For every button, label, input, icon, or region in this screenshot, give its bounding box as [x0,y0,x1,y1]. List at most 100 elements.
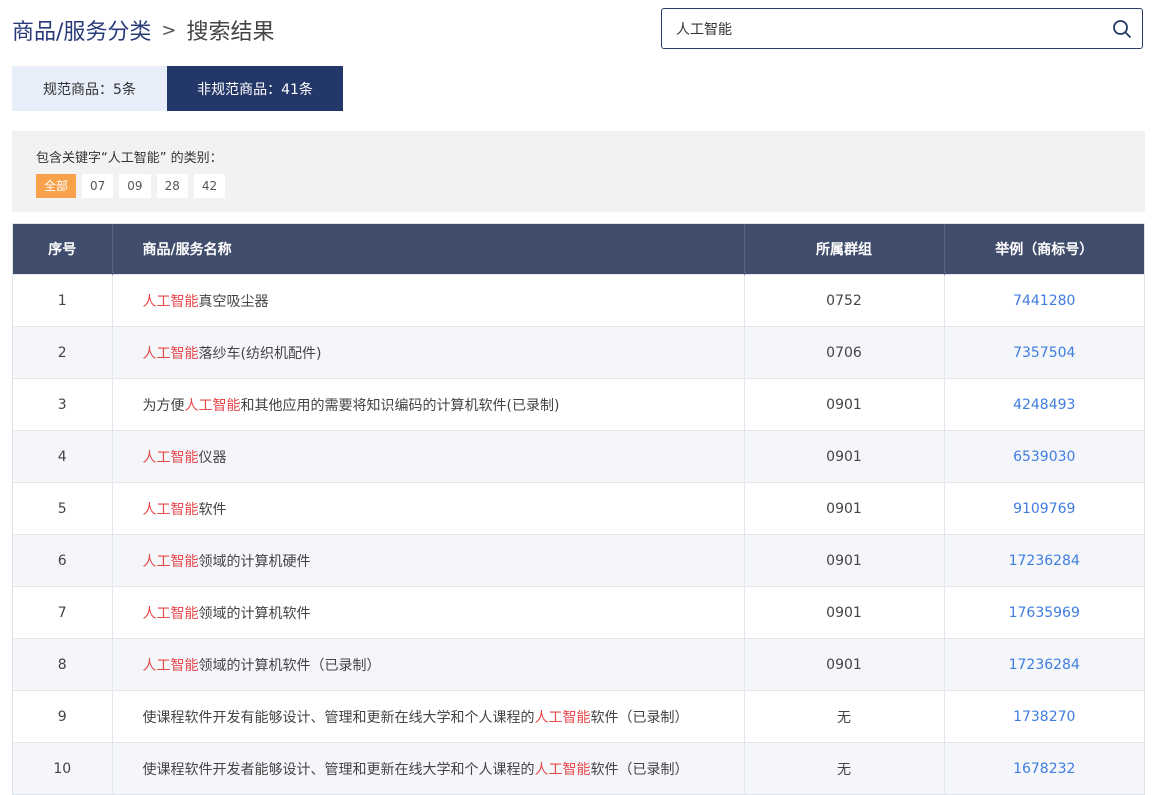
column-header-name: 商品/服务名称 [112,224,745,275]
category-chip-28[interactable]: 28 [156,174,188,198]
row-example-link: 1678232 [944,742,1144,794]
category-filter-label: 包含关键字“人工智能” 的类别： [36,151,223,166]
row-goods-name: 人工智能仪器 [112,430,745,483]
category-chip-07[interactable]: 07 [82,174,114,198]
breadcrumb-separator: > [161,19,177,41]
category-filter-panel: 包含关键字“人工智能” 的类别： 全部 07 09 28 42 [12,131,1145,212]
row-goods-name: 人工智能真空吸尘器 [112,274,745,327]
result-tabs: 规范商品：5条 非规范商品：41条 [12,66,343,111]
name-suffix: 落纱车(纺织机配件) [198,345,322,362]
keyword-highlight: 人工智能 [142,449,199,466]
column-header-index: 序号 [13,224,113,275]
trademark-number-link[interactable]: 17635969 [1009,605,1080,621]
row-example-link: 7441280 [944,274,1144,327]
trademark-number-link[interactable]: 1678232 [1013,761,1075,777]
name-suffix: 领域的计算机硬件 [198,553,311,570]
trademark-number-link[interactable]: 7441280 [1013,293,1075,309]
trademark-number-link[interactable]: 4248493 [1013,397,1075,413]
row-goods-name: 人工智能领域的计算机软件（已录制） [112,638,745,691]
category-chip-09[interactable]: 09 [119,174,151,198]
row-goods-name: 人工智能落纱车(纺织机配件) [112,326,745,379]
table-header-row: 序号 商品/服务名称 所属群组 举例（商标号） [13,224,1144,275]
category-filter-chips: 全部 07 09 28 42 [36,174,226,198]
table-row: 3 为方便人工智能和其他应用的需要将知识编码的计算机软件(已录制) 0901 4… [13,378,1144,431]
table-row: 8 人工智能领域的计算机软件（已录制） 0901 17236284 [13,638,1144,691]
keyword-highlight: 人工智能 [142,605,199,622]
row-index: 8 [13,638,113,691]
table-row: 5 人工智能软件 0901 9109769 [13,482,1144,535]
column-header-group: 所属群组 [744,224,945,275]
keyword-highlight: 人工智能 [142,293,199,310]
keyword-highlight: 人工智能 [534,709,591,726]
row-group: 0901 [744,638,945,691]
keyword-highlight: 人工智能 [142,657,199,674]
column-header-example: 举例（商标号） [944,224,1144,275]
row-group: 0901 [744,534,945,587]
name-suffix: 仪器 [198,449,227,466]
row-example-link: 17236284 [944,638,1144,691]
tab-standard-goods[interactable]: 规范商品：5条 [12,66,167,111]
breadcrumb: 商品/服务分类 > 搜索结果 [12,14,275,46]
row-index: 3 [13,378,113,431]
row-goods-name: 人工智能领域的计算机硬件 [112,534,745,587]
search-icon [1113,19,1131,38]
table-row: 9 使课程软件开发有能够设计、管理和更新在线大学和个人课程的人工智能软件（已录制… [13,690,1144,743]
row-goods-name: 使课程软件开发有能够设计、管理和更新在线大学和个人课程的人工智能软件（已录制） [112,690,745,743]
row-goods-name: 为方便人工智能和其他应用的需要将知识编码的计算机软件(已录制) [112,378,745,431]
row-example-link: 17236284 [944,534,1144,587]
breadcrumb-category-link[interactable]: 商品/服务分类 [12,14,151,46]
table-row: 6 人工智能领域的计算机硬件 0901 17236284 [13,534,1144,587]
row-goods-name: 使课程软件开发者能够设计、管理和更新在线大学和个人课程的人工智能软件（已录制） [112,742,745,794]
row-group: 0901 [744,378,945,431]
row-group: 无 [744,742,945,794]
trademark-number-link[interactable]: 17236284 [1009,553,1080,569]
name-prefix: 使课程软件开发者能够设计、管理和更新在线大学和个人课程的 [142,761,535,778]
name-suffix: 软件（已录制） [590,709,689,726]
row-goods-name: 人工智能软件 [112,482,745,535]
name-suffix: 领域的计算机软件 [198,605,311,622]
keyword-highlight: 人工智能 [184,397,241,414]
category-chip-42[interactable]: 42 [193,174,226,198]
name-prefix: 使课程软件开发有能够设计、管理和更新在线大学和个人课程的 [142,709,535,726]
row-goods-name: 人工智能领域的计算机软件 [112,586,745,639]
trademark-number-link[interactable]: 1738270 [1013,709,1075,725]
results-table: 序号 商品/服务名称 所属群组 举例（商标号） 1 人工智能真空吸尘器 0752… [12,223,1145,795]
row-index: 6 [13,534,113,587]
table-row: 7 人工智能领域的计算机软件 0901 17635969 [13,586,1144,639]
row-index: 9 [13,690,113,743]
trademark-number-link[interactable]: 6539030 [1013,449,1075,465]
row-example-link: 1738270 [944,690,1144,743]
trademark-number-link[interactable]: 9109769 [1013,501,1075,517]
name-suffix: 领域的计算机软件（已录制） [198,657,381,674]
row-group: 0752 [744,274,945,327]
row-example-link: 4248493 [944,378,1144,431]
row-index: 4 [13,430,113,483]
row-example-link: 17635969 [944,586,1144,639]
row-index: 1 [13,274,113,327]
table-row: 4 人工智能仪器 0901 6539030 [13,430,1144,483]
row-index: 2 [13,326,113,379]
search-button[interactable] [1102,9,1142,48]
trademark-number-link[interactable]: 7357504 [1013,345,1075,361]
row-group: 0706 [744,326,945,379]
keyword-highlight: 人工智能 [142,553,199,570]
search-input[interactable] [662,9,1102,48]
page-title: 搜索结果 [186,20,275,45]
row-index: 10 [13,742,113,794]
tab-nonstandard-goods[interactable]: 非规范商品：41条 [167,66,343,111]
keyword-highlight: 人工智能 [142,345,199,362]
row-index: 7 [13,586,113,639]
name-suffix: 软件 [198,501,227,518]
row-example-link: 6539030 [944,430,1144,483]
name-suffix: 真空吸尘器 [198,293,269,310]
row-index: 5 [13,482,113,535]
row-group: 0901 [744,482,945,535]
category-chip-all[interactable]: 全部 [36,174,77,198]
table-row: 2 人工智能落纱车(纺织机配件) 0706 7357504 [13,326,1144,379]
row-example-link: 9109769 [944,482,1144,535]
trademark-number-link[interactable]: 17236284 [1009,657,1080,673]
search-box [661,8,1143,49]
keyword-highlight: 人工智能 [142,501,199,518]
table-row: 10 使课程软件开发者能够设计、管理和更新在线大学和个人课程的人工智能软件（已录… [13,742,1144,794]
table-row: 1 人工智能真空吸尘器 0752 7441280 [13,274,1144,327]
